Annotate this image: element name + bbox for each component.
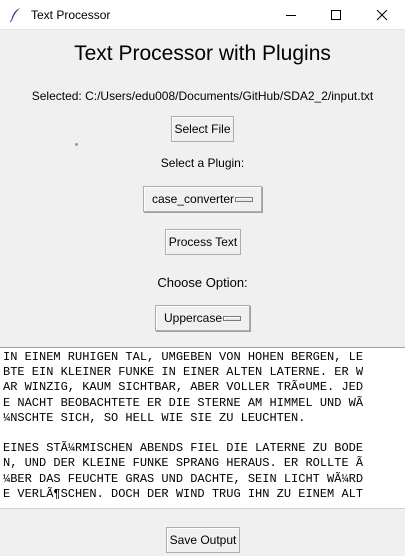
close-button[interactable] — [359, 0, 405, 30]
page-title: Text Processor with Plugins — [74, 42, 331, 65]
window-title: Text Processor — [31, 8, 111, 22]
text-line: E NACHT BEOBACHTETE ER DIE STERNE AM HIM… — [3, 395, 364, 410]
text-line: N, UND DER KLEINE FUNKE SPRANG HERAUS. E… — [3, 456, 364, 471]
stray-dot — [75, 143, 78, 146]
feather-icon — [8, 7, 24, 23]
text-line: AR WINZIG, KAUM SICHTBAR, ABER VOLLER TR… — [3, 380, 364, 395]
output-text-area[interactable]: IN EINEM RUHIGEN TAL, UMGEBEN VON HOHEN … — [0, 347, 405, 509]
minimize-icon — [285, 6, 297, 25]
close-icon — [376, 6, 388, 25]
text-line: IN EINEM RUHIGEN TAL, UMGEBEN VON HOHEN … — [3, 350, 364, 364]
dropdown-indicator-icon — [235, 197, 253, 202]
text-line: BTE EIN KLEINER FUNKE IN EINER ALTEN LAT… — [3, 365, 364, 380]
process-text-button[interactable]: Process Text — [165, 229, 241, 255]
dropdown-indicator-icon — [223, 316, 241, 321]
maximize-icon — [330, 6, 342, 25]
minimize-button[interactable] — [268, 0, 314, 30]
text-line: EINES STÃ¼RMISCHEN ABENDS FIEL DIE LATER… — [3, 441, 364, 456]
option-dropdown[interactable]: Uppercase — [155, 305, 250, 331]
plugin-prompt-label: Select a Plugin: — [160, 156, 245, 170]
select-file-button[interactable]: Select File — [171, 116, 234, 142]
text-line: E VERLÃ¶SCHEN. DOCH DER WIND TRUG IHN ZU… — [3, 486, 364, 501]
text-line: ¼BER DAS FEUCHTE GRAS UND DACHTE, SEIN L… — [3, 471, 364, 486]
option-dropdown-value: Uppercase — [164, 311, 223, 325]
plugin-dropdown[interactable]: case_converter — [143, 186, 262, 212]
plugin-dropdown-value: case_converter — [152, 192, 235, 206]
maximize-button[interactable] — [313, 0, 359, 30]
option-prompt-label: Choose Option: — [157, 275, 248, 290]
text-line: ¼NSCHTE SICH, SO HELL WIE SIE ZU LEUCHTE… — [3, 410, 306, 425]
save-output-button[interactable]: Save Output — [166, 527, 240, 553]
text-line — [3, 426, 405, 441]
selected-file-label: Selected: C:/Users/edu008/Documents/GitH… — [31, 89, 374, 103]
title-bar[interactable]: Text Processor — [0, 0, 405, 30]
